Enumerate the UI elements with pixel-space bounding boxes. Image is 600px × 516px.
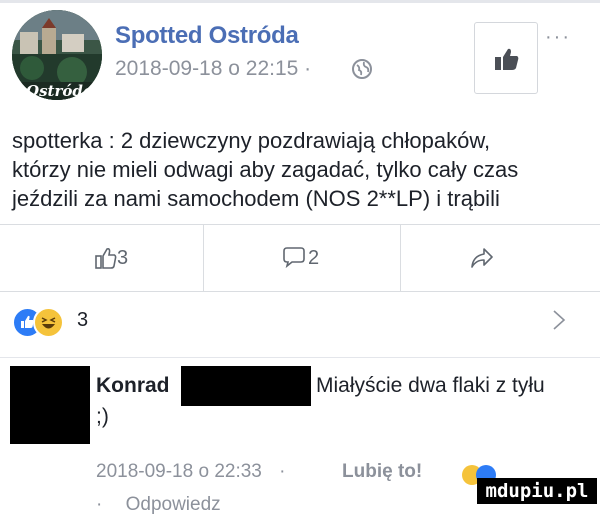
page-name-link[interactable]: Spotted Ostróda xyxy=(115,22,299,50)
comment-text: Miałyście dwa flaki z tyłu xyxy=(316,374,545,397)
reaction-count: 3 xyxy=(77,309,89,331)
comment-count[interactable]: 2 xyxy=(308,247,319,270)
meta-separator: · xyxy=(304,57,312,80)
comment-meta-separator: · xyxy=(279,461,286,482)
redacted-commenter-avatar xyxy=(10,366,90,444)
laughing-face-icon xyxy=(41,317,56,329)
action-divider xyxy=(203,225,204,291)
redacted-surname xyxy=(181,366,311,406)
more-options-button[interactable]: ··· xyxy=(545,26,571,49)
comment-like-button[interactable]: Lubię to! xyxy=(342,461,422,483)
chevron-right-icon[interactable] xyxy=(552,309,566,331)
comment-bubble-icon[interactable] xyxy=(283,246,305,268)
globe-icon xyxy=(352,59,372,79)
top-divider xyxy=(0,0,600,3)
post-text-line: spotterka : 2 dziewczyny pozdrawiają chł… xyxy=(12,128,491,153)
action-divider xyxy=(400,225,401,291)
comment-timestamp[interactable]: 2018-09-18 o 22:33 xyxy=(96,461,262,482)
haha-reaction-icon xyxy=(33,307,64,338)
comment-reply-button[interactable]: · Odpowiedz xyxy=(96,494,221,516)
thumbs-up-outline-icon[interactable] xyxy=(95,247,117,269)
comment-text-continued: ;) xyxy=(96,405,109,428)
share-arrow-icon[interactable] xyxy=(470,247,494,269)
post-text-line: którzy nie mieli odwagi aby zagadać, tyl… xyxy=(12,157,519,182)
avatar-caption: Ostróda xyxy=(26,82,93,100)
like-page-button[interactable] xyxy=(474,22,538,94)
post-text-line: jeździli za nami samochodem (NOS 2**LP) … xyxy=(12,186,500,211)
like-count[interactable]: 3 xyxy=(117,247,128,270)
post-timestamp[interactable]: 2018-09-18 o 22:15 xyxy=(115,57,298,80)
post-meta: 2018-09-18 o 22:15 · xyxy=(115,57,311,81)
watermark: mdupiu.pl xyxy=(485,480,589,502)
action-bar: 3 2 xyxy=(0,224,600,292)
comment-meta: 2018-09-18 o 22:33 · xyxy=(96,461,285,483)
comment-author[interactable]: Konrad xyxy=(96,374,170,398)
thumbs-up-icon xyxy=(495,48,519,70)
reply-label[interactable]: Odpowiedz xyxy=(126,494,221,515)
post-body: spotterka : 2 dziewczyny pozdrawiają chł… xyxy=(12,126,597,213)
reactions-summary[interactable]: 3 xyxy=(0,292,600,358)
reply-separator: · xyxy=(96,494,103,515)
